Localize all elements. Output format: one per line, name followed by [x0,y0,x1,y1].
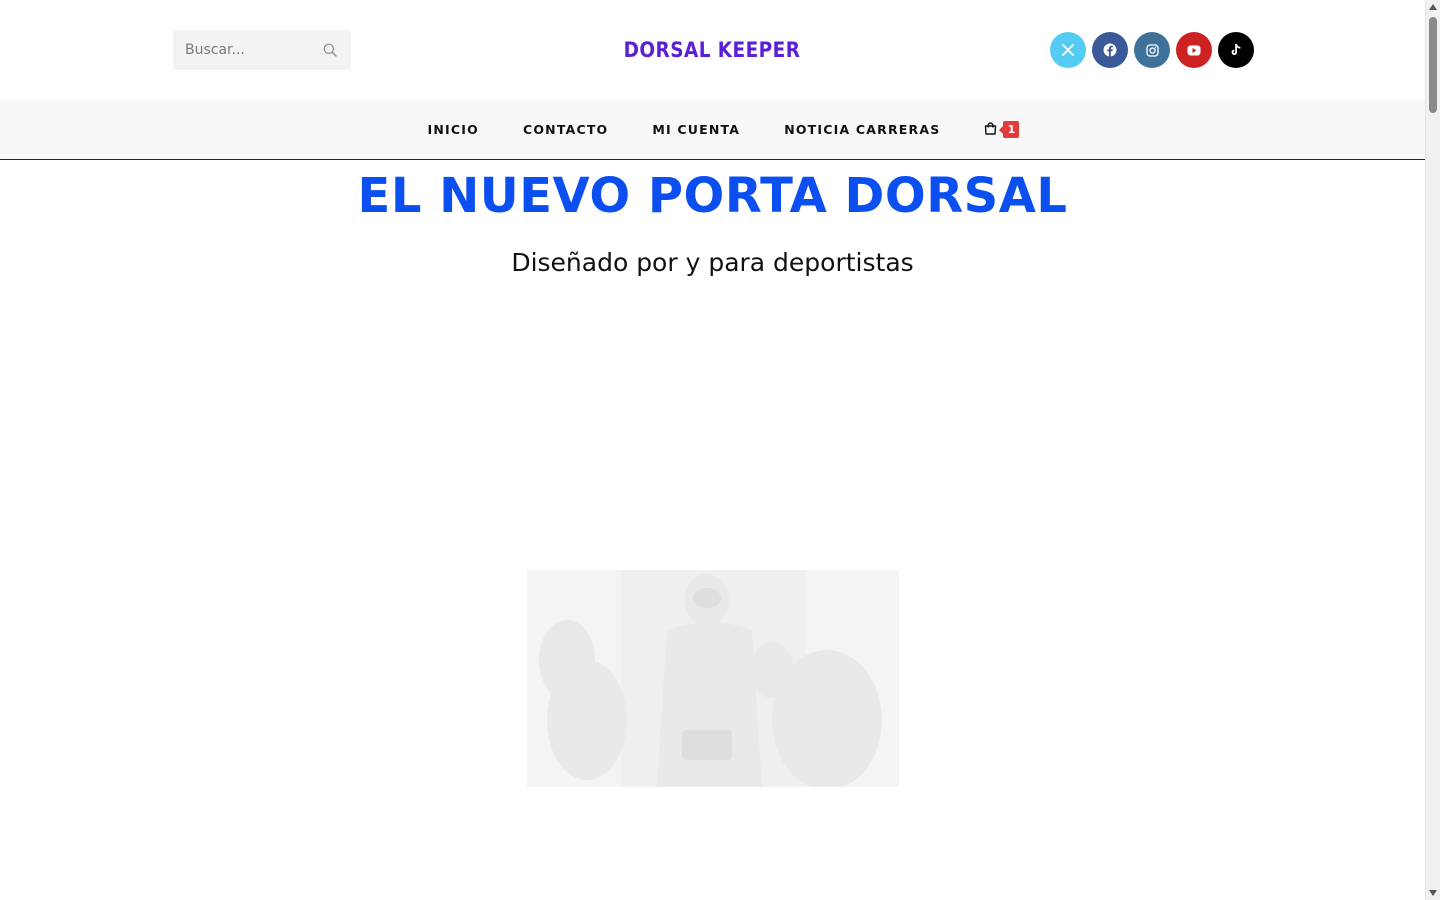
top-header: DORSAL KEEPER [0,0,1425,100]
nav-item-noticia-carreras[interactable]: NOTICIA CARRERAS [784,122,940,137]
x-twitter-link[interactable] [1050,32,1086,68]
youtube-icon [1187,45,1201,56]
nav-menu: INICIO CONTACTO MI CUENTA NOTICIA CARRER… [0,100,1425,159]
search-button[interactable] [323,42,339,58]
instagram-icon [1145,43,1159,57]
instagram-link[interactable] [1134,32,1170,68]
nav-item-mi-cuenta[interactable]: MI CUENTA [652,122,740,137]
tiktok-link[interactable] [1218,32,1254,68]
social-links [1050,32,1254,68]
main-navigation: INICIO CONTACTO MI CUENTA NOTICIA CARRER… [0,100,1425,160]
cart-count-badge: 1 [999,121,1020,138]
facebook-link[interactable] [1092,32,1128,68]
hero-image [527,570,899,787]
scrollbar-thumb[interactable] [1429,17,1437,113]
scroll-up-arrow-icon[interactable] [1429,4,1437,10]
facebook-icon [1103,43,1117,57]
youtube-link[interactable] [1176,32,1212,68]
hero-subtitle: Diseñado por y para deportistas [511,248,914,277]
x-twitter-icon [1062,44,1074,56]
athletes-faded-illustration [539,574,882,787]
search-icon [323,43,339,57]
site-logo[interactable]: DORSAL KEEPER [624,35,800,65]
tiktok-icon [1230,43,1242,57]
cart-button[interactable]: 1 [984,120,1020,139]
nav-item-inicio[interactable]: INICIO [428,122,479,137]
page-scrollbar[interactable] [1425,0,1440,900]
shopping-bag-icon [984,120,997,139]
scroll-down-arrow-icon[interactable] [1429,890,1437,896]
search-input[interactable] [173,30,313,70]
nav-item-contacto[interactable]: CONTACTO [523,122,608,137]
search-form [173,30,351,70]
hero-title: EL NUEVO PORTA DORSAL [357,168,1068,224]
page-viewport: DORSAL KEEPER [0,0,1425,900]
